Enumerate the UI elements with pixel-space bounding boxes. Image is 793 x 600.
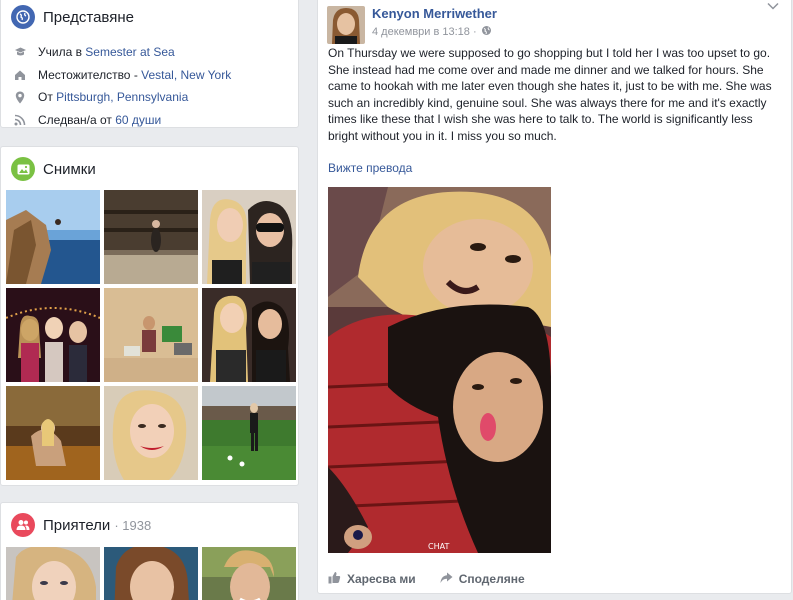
- like-label: Харесва ми: [347, 572, 416, 586]
- share-icon: [440, 572, 453, 587]
- intro-header: Представяне: [11, 5, 286, 29]
- intro-item-prefix: Учила в: [38, 45, 86, 60]
- photo-thumb[interactable]: [202, 386, 296, 480]
- intro-item-prefix: От: [38, 90, 57, 105]
- post-actions: Харесва ми Споделяне: [328, 571, 525, 587]
- intro-item-text: Местожителство - Vestal, New York: [38, 68, 231, 82]
- post-header: Kenyon Merriwether 4 декември в 13:18 ·: [327, 6, 779, 44]
- residence-link[interactable]: Vestal, New York: [141, 68, 231, 82]
- friend-thumb[interactable]: [6, 547, 100, 600]
- intro-item-education: Учила в Semester at Sea: [13, 41, 286, 64]
- post-timestamp[interactable]: 4 декември в 13:18 ·: [372, 26, 477, 38]
- friend-thumb[interactable]: [104, 547, 198, 600]
- avatar[interactable]: [327, 6, 365, 44]
- photo-thumb[interactable]: [6, 288, 100, 382]
- photos-title[interactable]: Снимки: [43, 161, 96, 178]
- post-photo[interactable]: CHAT: [328, 187, 551, 553]
- photo-thumb[interactable]: [202, 190, 296, 284]
- friends-icon: [11, 513, 35, 537]
- like-button[interactable]: Харесва ми: [328, 571, 416, 587]
- globe-icon: [481, 25, 492, 39]
- photo-thumb[interactable]: [104, 288, 198, 382]
- intro-item-text: От Pittsburgh, Pennsylvania: [38, 90, 188, 104]
- photo-watermark: CHAT: [428, 542, 450, 551]
- friends-count: · 1938: [114, 517, 152, 533]
- photo-thumb[interactable]: [104, 386, 198, 480]
- photo-thumb[interactable]: [6, 386, 100, 480]
- intro-list: Учила в Semester at Sea Местожителство -…: [13, 41, 286, 131]
- intro-item-residence: Местожителство - Vestal, New York: [13, 64, 286, 87]
- intro-item-prefix: Следван/а от: [38, 112, 116, 127]
- photo-thumb[interactable]: [202, 288, 296, 382]
- post-meta: 4 декември в 13:18 ·: [372, 25, 497, 39]
- intro-item-text: Учила в Semester at Sea: [38, 45, 175, 59]
- post-author-block: Kenyon Merriwether 4 декември в 13:18 ·: [372, 6, 497, 44]
- followers-link[interactable]: 60 души: [115, 113, 161, 127]
- school-link[interactable]: Semester at Sea: [85, 45, 174, 59]
- home-icon: [13, 68, 27, 82]
- globe-icon: [11, 5, 35, 29]
- photo-thumb[interactable]: [6, 190, 100, 284]
- intro-item-followers: Следван/а от 60 души: [13, 109, 286, 132]
- author-name[interactable]: Kenyon Merriwether: [372, 6, 497, 21]
- post-card: Kenyon Merriwether 4 декември в 13:18 · …: [317, 0, 792, 594]
- photos-header: Снимки: [11, 157, 286, 181]
- hometown-link[interactable]: Pittsburgh, Pennsylvania: [56, 90, 188, 104]
- friends-grid: [6, 547, 296, 600]
- intro-item-text: Следван/а от 60 души: [38, 113, 161, 127]
- friend-thumb[interactable]: [202, 547, 296, 600]
- intro-card: Представяне Учила в Semester at Sea Мест…: [0, 0, 299, 128]
- location-pin-icon: [13, 90, 27, 104]
- friends-header: Приятели · 1938: [11, 513, 286, 537]
- share-button[interactable]: Споделяне: [440, 571, 525, 587]
- rss-icon: [13, 113, 27, 127]
- photo-thumb[interactable]: [104, 190, 198, 284]
- friends-title[interactable]: Приятели: [43, 517, 110, 534]
- photos-card: Снимки: [0, 146, 299, 486]
- friends-card: Приятели · 1938: [0, 502, 299, 600]
- share-label: Споделяне: [458, 572, 525, 586]
- education-icon: [13, 45, 27, 59]
- intro-item-hometown: От Pittsburgh, Pennsylvania: [13, 86, 286, 109]
- photos-icon: [11, 157, 35, 181]
- post-text: On Thursday we were supposed to go shopp…: [328, 46, 772, 143]
- thumbs-up-icon: [328, 571, 341, 587]
- intro-item-prefix: Местожителство -: [38, 67, 142, 82]
- see-translation-link[interactable]: Вижте превода: [328, 161, 412, 175]
- chevron-down-icon[interactable]: [767, 0, 779, 13]
- intro-title: Представяне: [43, 8, 134, 26]
- photo-grid: [6, 190, 296, 480]
